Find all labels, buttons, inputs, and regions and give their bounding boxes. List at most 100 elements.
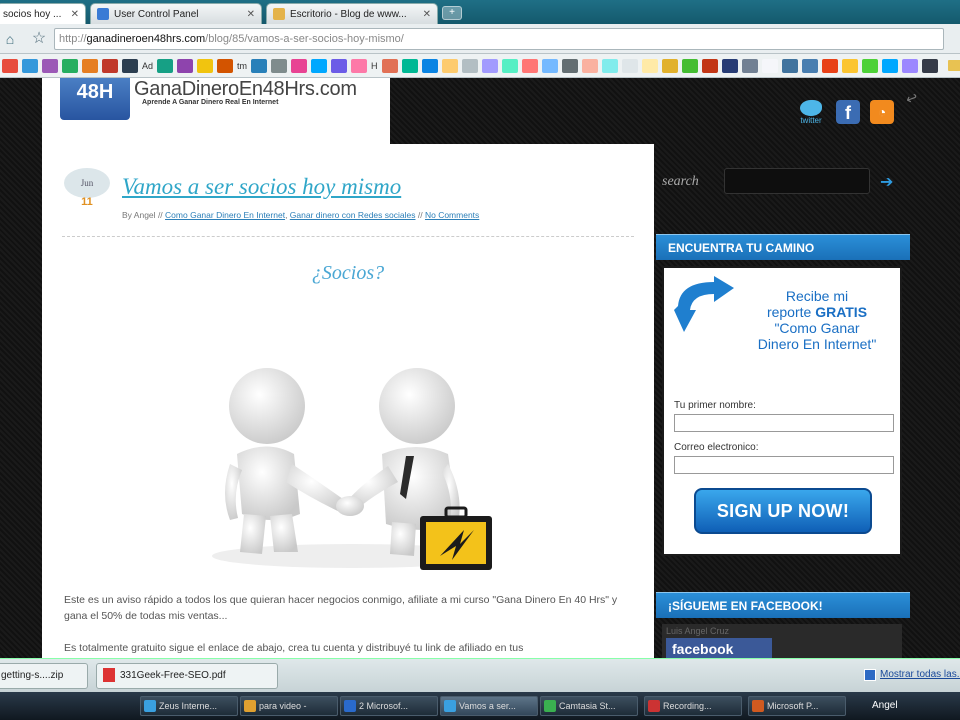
bookmark-icon[interactable] (801, 58, 818, 73)
bookmark-icon[interactable] (441, 58, 458, 73)
taskbar-button[interactable]: Vamos a ser... (440, 696, 538, 716)
close-icon[interactable]: ✕ (241, 9, 255, 20)
bookmark-icon[interactable] (621, 58, 638, 73)
bookmark-icon[interactable] (82, 58, 98, 73)
comments-link[interactable]: No Comments (425, 210, 479, 220)
bookmark-icon[interactable] (741, 58, 758, 73)
bookmark-icon[interactable] (601, 58, 618, 73)
bookmark-icon[interactable] (781, 58, 798, 73)
close-icon[interactable]: ✕ (65, 9, 79, 20)
bookmark-icon[interactable] (42, 58, 58, 73)
bookmark-icon[interactable] (841, 58, 858, 73)
category-link[interactable]: Como Ganar Dinero En Internet (165, 210, 285, 220)
curved-arrow-icon (674, 276, 734, 332)
search-input[interactable] (724, 168, 870, 194)
bookmark-icon[interactable] (861, 58, 878, 73)
taskbar-button[interactable]: 2 Microsof... (340, 696, 438, 716)
address-bar[interactable]: http://ganadineroen48hrs.com/blog/85/vam… (54, 27, 944, 50)
tab-user-control-panel[interactable]: User Control Panel ✕ (90, 3, 262, 24)
bookmark-icon[interactable] (217, 58, 234, 73)
bookmark-icon[interactable] (251, 58, 268, 73)
bookmark-icon[interactable] (821, 58, 838, 73)
navigation-bar: ⌂ ☆ http://ganadineroen48hrs.com/blog/85… (0, 24, 960, 54)
bookmark-label[interactable]: tm (237, 61, 247, 71)
url-path: /blog/85/vamos-a-ser-socios-hoy-mismo/ (205, 32, 404, 45)
bookmark-icon[interactable] (291, 58, 308, 73)
post-title-link[interactable]: Vamos a ser socios hoy mismo (122, 174, 401, 200)
bookmark-icon[interactable] (501, 58, 518, 73)
taskbar-button[interactable]: para video - (240, 696, 338, 716)
twitter-icon[interactable]: twitter (796, 100, 826, 126)
bookmark-icon[interactable] (661, 58, 678, 73)
bookmark-icon[interactable] (157, 58, 174, 73)
tab-label: Escritorio - Blog de www... (290, 8, 407, 20)
taskbar-button-label: 2 Microsof... (359, 701, 409, 711)
download-item-zip[interactable]: getting-s....zip (0, 663, 88, 689)
home-icon[interactable]: ⌂ (2, 31, 18, 47)
bookmark-icon[interactable] (641, 58, 658, 73)
new-tab-button[interactable]: + (442, 6, 462, 20)
meta-separator: // (417, 210, 423, 220)
bookmark-icon[interactable] (177, 58, 194, 73)
bookmark-folder-icon[interactable] (947, 60, 960, 71)
bookmark-icon[interactable] (481, 58, 498, 73)
app-icon (344, 700, 356, 712)
download-filename: 331Geek-Free-SEO.pdf (120, 670, 226, 681)
facebook-icon[interactable]: f (836, 100, 860, 124)
bookmark-icon[interactable] (921, 58, 938, 73)
bookmark-icon[interactable] (102, 58, 118, 73)
category-link[interactable]: Ganar dinero con Redes sociales (290, 210, 416, 220)
web-page: 48H GanaDineroEn48Hrs.com Aprende A Gana… (0, 78, 960, 658)
bookmark-icon[interactable] (561, 58, 578, 73)
app-icon (244, 700, 256, 712)
bookmark-icon[interactable] (541, 58, 558, 73)
signup-button[interactable]: SIGN UP NOW! (694, 488, 872, 534)
bookmark-icon[interactable] (681, 58, 698, 73)
facebook-logo[interactable]: facebook (666, 638, 772, 658)
bookmark-icon[interactable] (122, 58, 138, 73)
bookmark-icon[interactable] (271, 58, 288, 73)
bookmark-icon[interactable] (761, 58, 778, 73)
bookmark-icon[interactable] (351, 58, 368, 73)
first-name-input[interactable] (674, 414, 894, 432)
taskbar-button[interactable]: Camtasia St... (540, 696, 638, 716)
bookmark-icon[interactable] (701, 58, 718, 73)
taskbar-button[interactable]: Microsoft P... (748, 696, 846, 716)
bookmark-icon[interactable] (581, 58, 598, 73)
bookmark-icon[interactable] (2, 58, 18, 73)
download-item-pdf[interactable]: 331Geek-Free-SEO.pdf (96, 663, 278, 689)
bookmark-icon[interactable] (901, 58, 918, 73)
bookmark-label[interactable]: H (371, 61, 378, 71)
show-all-downloads-link[interactable]: Mostrar todas las... (880, 669, 960, 680)
taskbar-button[interactable]: Recording... (644, 696, 742, 716)
bookmark-icon[interactable] (881, 58, 898, 73)
dashed-divider (62, 236, 634, 237)
email-input[interactable] (674, 456, 894, 474)
handshake-illustration (212, 368, 492, 570)
twitter-label: twitter (800, 116, 822, 125)
bookmark-icon[interactable] (197, 58, 214, 73)
bookmark-icon[interactable] (62, 58, 78, 73)
post-paragraph: Este es un aviso rápido a todos los que … (64, 594, 618, 622)
site-logo-name[interactable]: GanaDineroEn48Hrs.com (134, 78, 357, 101)
bookmark-icon[interactable] (521, 58, 538, 73)
bookmark-icon[interactable] (22, 58, 38, 73)
briefcase-icon (420, 506, 492, 570)
logo-badge[interactable]: 48H (60, 78, 130, 120)
bookmark-icon[interactable] (401, 58, 418, 73)
close-icon[interactable]: ✕ (417, 9, 431, 20)
taskbar-button[interactable]: Zeus Interne... (140, 696, 238, 716)
bookmark-icon[interactable] (381, 58, 398, 73)
search-submit-arrow-icon[interactable]: ➔ (880, 172, 893, 192)
tab-current[interactable]: socios hoy ... ✕ (0, 3, 86, 24)
rss-icon[interactable]: ◔ (870, 100, 894, 124)
bookmark-star-icon[interactable]: ☆ (30, 30, 48, 48)
bookmark-label[interactable]: Ad (142, 61, 153, 71)
bookmark-icon[interactable] (721, 58, 738, 73)
bookmark-icon[interactable] (421, 58, 438, 73)
bookmark-icon[interactable] (461, 58, 478, 73)
taskbar-button-label: Zeus Interne... (159, 701, 218, 711)
bookmark-icon[interactable] (311, 58, 328, 73)
bookmark-icon[interactable] (331, 58, 348, 73)
tab-escritorio[interactable]: Escritorio - Blog de www... ✕ (266, 3, 438, 24)
